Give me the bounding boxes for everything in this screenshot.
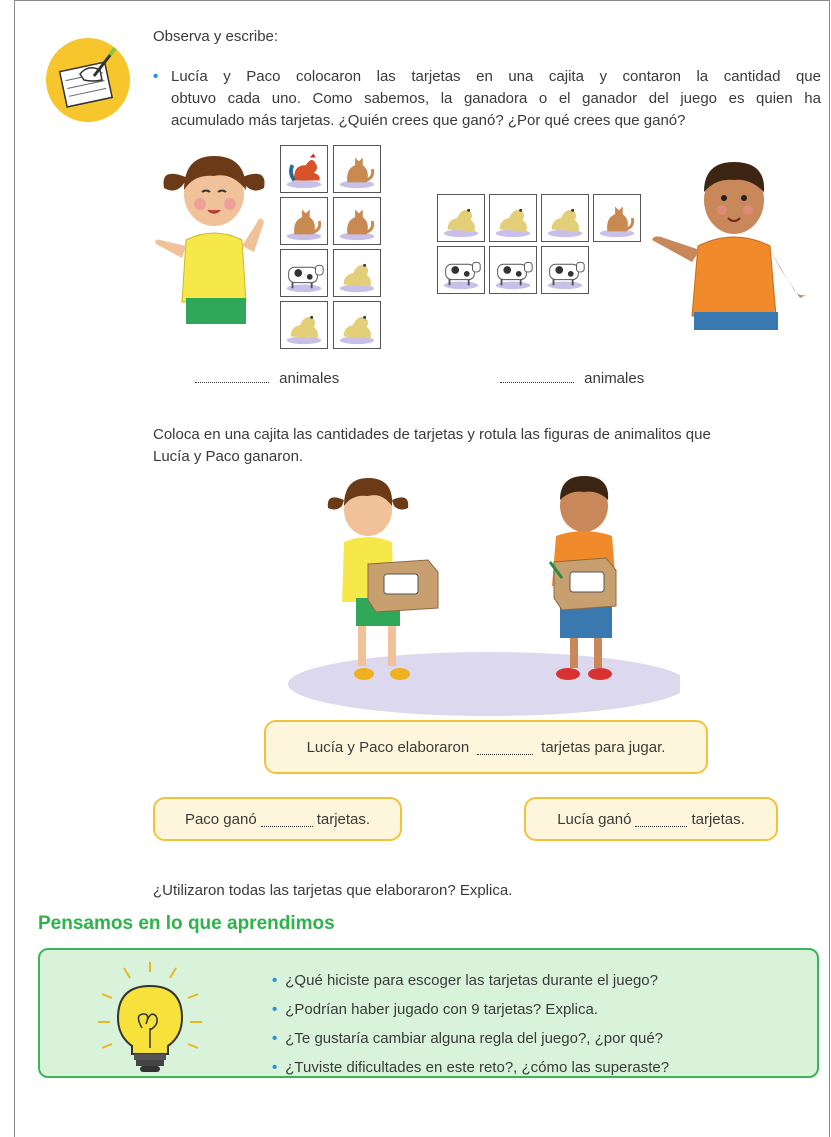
- animal-card-perro: [541, 194, 589, 242]
- animal-card-vaca: [541, 246, 589, 294]
- animal-card-gato: [333, 145, 381, 193]
- reflection-item: • ¿Tuviste dificultades en este reto?, ¿c…: [272, 1059, 670, 1076]
- reflection-item: • ¿Qué hiciste para escoger las tarjetas …: [272, 972, 658, 989]
- animals-label: animales: [279, 370, 340, 387]
- animal-card-gato: [280, 197, 328, 245]
- lucia-illustration: [148, 150, 278, 328]
- reflection-item: • ¿Podrían haber jugado con 9 tarjetas? E…: [272, 1001, 598, 1018]
- animal-card-perro: [437, 194, 485, 242]
- lucia-count-line: animales: [195, 368, 339, 390]
- observa-label: Observa y escribe:: [153, 28, 279, 45]
- paco-illustration: [650, 158, 820, 330]
- animal-card-vaca: [280, 249, 328, 297]
- paco-won-box: Paco ganó tarjetas.: [153, 797, 402, 841]
- animal-card-gato: [593, 194, 641, 242]
- instruction-2: Coloca en una cajita las cantidades de t…: [153, 426, 711, 465]
- animal-card-perro: [333, 249, 381, 297]
- animal-card-gallo: [280, 145, 328, 193]
- bullet: •: [153, 68, 159, 85]
- total-cards-box: Lucía y Paco elaboraron tarjetas para ju…: [264, 720, 708, 774]
- question-utilizaron: ¿Utilizaron todas las tarjetas que elabo…: [153, 882, 513, 899]
- animal-card-gato: [333, 197, 381, 245]
- reflection-box: • ¿Qué hiciste para escoger las tarjetas …: [38, 948, 819, 1078]
- kids-with-boxes-illustration: [288, 470, 688, 720]
- section-title: Pensamos en lo que aprendimos: [38, 913, 335, 934]
- answer-blank[interactable]: [635, 812, 688, 827]
- animals-label: animales: [584, 370, 645, 387]
- writing-icon: [44, 36, 132, 124]
- paragraph-1: Lucía y Paco colocaron las tarjetas en u…: [171, 68, 821, 129]
- answer-blank[interactable]: [477, 740, 534, 755]
- reflection-item: • ¿Te gustaría cambiar alguna regla del j…: [272, 1030, 663, 1047]
- lucia-won-box: Lucía ganó tarjetas.: [524, 797, 778, 841]
- answer-blank[interactable]: [260, 812, 313, 827]
- answer-blank[interactable]: [195, 368, 269, 383]
- animal-card-perro: [489, 194, 537, 242]
- animal-card-perro: [280, 301, 328, 349]
- animal-card-perro: [333, 301, 381, 349]
- paco-count-line: animales: [500, 368, 644, 390]
- animal-card-vaca: [489, 246, 537, 294]
- animal-card-vaca: [437, 246, 485, 294]
- answer-blank[interactable]: [500, 368, 574, 383]
- lightbulb-icon: [84, 954, 224, 1078]
